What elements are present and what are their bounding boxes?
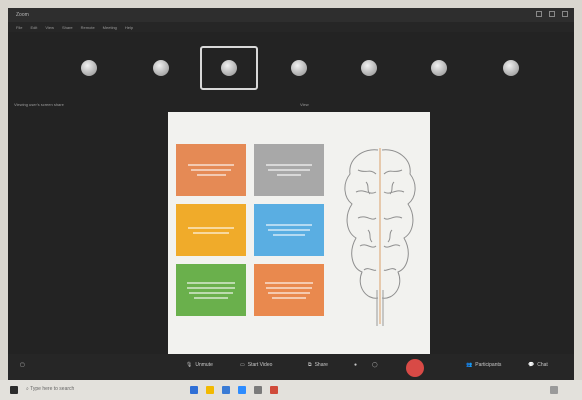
record-icon[interactable]: ● — [354, 362, 357, 368]
menu-bar: File Edit View Share Remote Meeting Help — [8, 22, 574, 32]
video-camera-icon: ▭ — [240, 362, 245, 368]
app-icon[interactable] — [270, 386, 278, 394]
avatar — [221, 60, 237, 76]
participants-icon: 👥 — [466, 362, 473, 368]
search-icon: ⌕ — [26, 386, 29, 392]
chat-icon: 💬 — [528, 362, 535, 368]
avatar — [81, 60, 97, 76]
unmute-button[interactable]: 🎙 Unmute — [186, 362, 213, 368]
zoom-icon[interactable] — [238, 386, 246, 394]
slide-box-orange — [176, 144, 246, 196]
participant-tile-active[interactable] — [200, 46, 258, 90]
menu-item-help[interactable]: Help — [125, 25, 133, 30]
start-video-label: Start Video — [247, 362, 273, 368]
participant-tile[interactable] — [482, 46, 540, 90]
windows-start-icon[interactable] — [10, 386, 18, 394]
search-placeholder: Type here to search — [30, 386, 75, 392]
slide-box-yellow — [176, 204, 246, 256]
avatar — [431, 60, 447, 76]
leave-button[interactable] — [406, 359, 424, 377]
windows-taskbar: ⌕ Type here to search — [0, 380, 582, 400]
taskbar-search[interactable]: ⌕ Type here to search — [26, 386, 74, 392]
participants-label: Participants — [475, 362, 502, 368]
share-icon: ⧉ — [308, 362, 312, 368]
close-button[interactable] — [562, 11, 568, 17]
share-button[interactable]: ⧉ Share — [308, 362, 328, 368]
participant-tile[interactable] — [340, 46, 398, 90]
app-icon[interactable] — [222, 386, 230, 394]
title-bar: Zoom — [8, 8, 574, 22]
window-controls — [536, 11, 568, 17]
meeting-toolbar: ▢ 🎙 Unmute ▭ Start Video ⧉ Share ● ◯ 👥 P… — [8, 354, 574, 380]
menu-item-remote[interactable]: Remote — [81, 25, 95, 30]
edge-icon[interactable] — [190, 386, 198, 394]
shared-slide — [168, 112, 430, 354]
zoom-window: Zoom File Edit View Share Remote Meeting… — [8, 8, 574, 380]
window-title: Zoom — [16, 12, 29, 18]
avatar — [503, 60, 519, 76]
reactions-icon[interactable]: ◯ — [372, 362, 378, 368]
participant-tile[interactable] — [410, 46, 468, 90]
slide-box-blue — [254, 204, 324, 256]
notification-icon[interactable] — [550, 386, 558, 394]
security-icon[interactable]: ▢ — [20, 362, 25, 368]
slide-box-orange-2 — [254, 264, 324, 316]
participant-tile[interactable] — [132, 46, 190, 90]
view-options-button[interactable]: View — [300, 102, 309, 107]
file-explorer-icon[interactable] — [206, 386, 214, 394]
menu-item-meeting[interactable]: Meeting — [103, 25, 117, 30]
slide-box-gray — [254, 144, 324, 196]
minimize-button[interactable] — [536, 11, 542, 17]
app-icon[interactable] — [254, 386, 262, 394]
participant-tile[interactable] — [270, 46, 328, 90]
brain-illustration — [344, 148, 416, 326]
participant-tile[interactable] — [60, 46, 118, 90]
unmute-label: Unmute — [195, 362, 213, 368]
menu-item-edit[interactable]: Edit — [30, 25, 37, 30]
chat-button[interactable]: 💬 Chat — [528, 362, 548, 368]
avatar — [153, 60, 169, 76]
menu-item-file[interactable]: File — [16, 25, 22, 30]
sharing-status-label: Viewing user's screen share — [14, 102, 64, 107]
avatar — [361, 60, 377, 76]
participants-button[interactable]: 👥 Participants — [466, 362, 501, 368]
start-video-button[interactable]: ▭ Start Video — [240, 362, 272, 368]
slide-box-green — [176, 264, 246, 316]
avatar — [291, 60, 307, 76]
share-label: Share — [314, 362, 328, 368]
menu-item-view[interactable]: View — [45, 25, 54, 30]
menu-item-share[interactable]: Share — [62, 25, 73, 30]
participant-video-strip — [8, 36, 574, 98]
microphone-icon: 🎙 — [186, 362, 193, 368]
maximize-button[interactable] — [549, 11, 555, 17]
chat-label: Chat — [537, 362, 548, 368]
